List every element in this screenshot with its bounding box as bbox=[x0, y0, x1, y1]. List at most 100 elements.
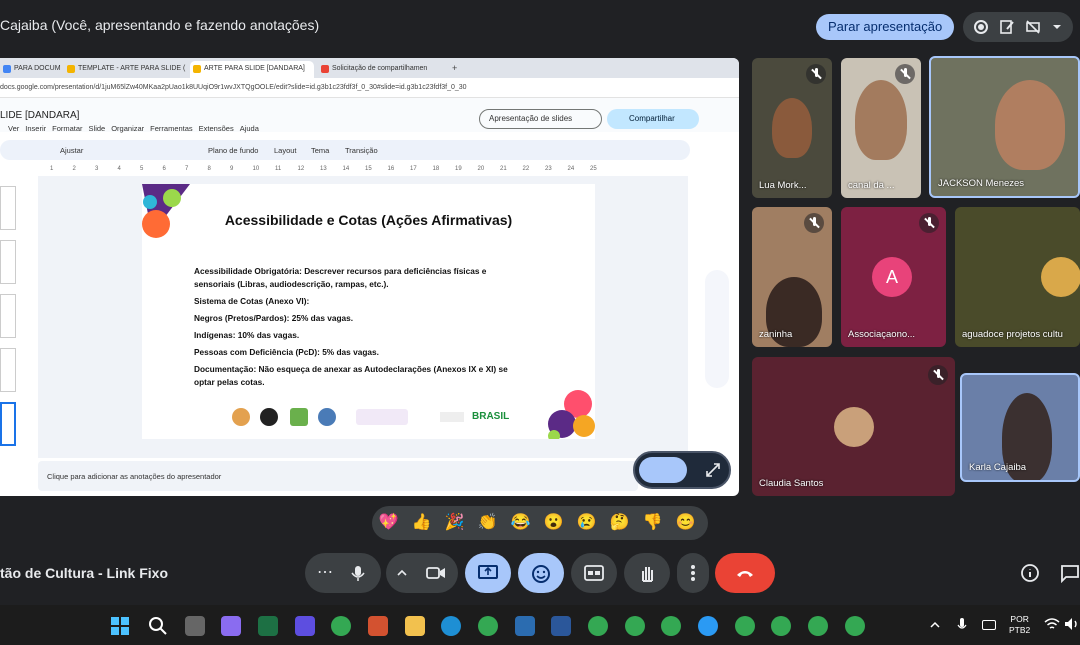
theme-button[interactable]: Tema bbox=[311, 146, 329, 155]
chrome-profile-icon[interactable] bbox=[845, 616, 865, 636]
slide-thumbnail[interactable] bbox=[0, 294, 16, 338]
input-language[interactable]: POR PTB2 bbox=[1009, 614, 1030, 636]
participant-tile-self[interactable]: Karla Cajaiba bbox=[960, 373, 1080, 482]
menu-ajuda[interactable]: Ajuda bbox=[240, 124, 259, 133]
search-icon[interactable] bbox=[148, 616, 168, 636]
browser-tab-active[interactable]: ARTE PARA SLIDE [DANDARA] bbox=[190, 61, 314, 78]
reaction-laugh[interactable]: 😂 bbox=[504, 506, 537, 540]
slideshow-button[interactable]: Apresentação de slides bbox=[479, 109, 602, 129]
keyboard-icon[interactable] bbox=[982, 620, 996, 630]
speaker-notes[interactable]: Clique para adicionar as anotações do ap… bbox=[38, 461, 638, 491]
reaction-heart[interactable]: 💖 bbox=[372, 506, 405, 540]
reaction-thumbs-up[interactable]: 👍 bbox=[405, 506, 438, 540]
microphone-icon[interactable] bbox=[956, 617, 968, 633]
ruler-tick: 3 bbox=[95, 166, 99, 172]
slide-thumbnail[interactable] bbox=[0, 240, 16, 284]
info-icon[interactable] bbox=[1020, 563, 1040, 583]
menu-formatar[interactable]: Formatar bbox=[52, 124, 82, 133]
microphone-control[interactable]: ⋯ bbox=[305, 553, 381, 593]
browser-tab[interactable]: TEMPLATE - ARTE PARA SLIDE ( bbox=[64, 61, 186, 78]
chevron-up-icon[interactable] bbox=[930, 620, 940, 630]
powerpoint-icon[interactable] bbox=[368, 616, 388, 636]
windows-start-icon[interactable] bbox=[110, 616, 130, 636]
raise-hand-button[interactable] bbox=[624, 553, 670, 593]
participant-tile[interactable]: canal da ... bbox=[841, 58, 921, 198]
copilot-icon[interactable] bbox=[221, 616, 241, 636]
menu-organizar[interactable]: Organizar bbox=[111, 124, 144, 133]
ruler-tick: 4 bbox=[117, 166, 121, 172]
volume-icon[interactable] bbox=[1064, 617, 1080, 631]
chat-icon[interactable] bbox=[1060, 563, 1080, 583]
app-icon[interactable] bbox=[515, 616, 535, 636]
wifi-icon[interactable] bbox=[1044, 617, 1060, 631]
present-button[interactable] bbox=[465, 553, 511, 593]
browser-tab[interactable]: PARA DOCUM bbox=[0, 61, 62, 78]
file-explorer-icon[interactable] bbox=[405, 616, 425, 636]
excel-icon[interactable] bbox=[258, 616, 278, 636]
reaction-thumbs-down[interactable]: 👎 bbox=[636, 506, 669, 540]
captions-button[interactable] bbox=[571, 553, 617, 593]
menu-ver[interactable]: Ver bbox=[8, 124, 19, 133]
address-bar[interactable]: docs.google.com/presentation/d/1juM65lZw… bbox=[0, 78, 739, 98]
layout-button[interactable]: Layout bbox=[274, 146, 297, 155]
chrome-profile-icon[interactable] bbox=[771, 616, 791, 636]
new-tab-icon[interactable]: + bbox=[452, 63, 457, 73]
stop-presenting-button[interactable]: Parar apresentação bbox=[816, 14, 955, 40]
slide-thumbnail[interactable] bbox=[0, 348, 16, 392]
laser-pointer-button[interactable] bbox=[639, 457, 687, 483]
reactions-button[interactable] bbox=[518, 553, 564, 593]
slide[interactable]: Acessibilidade e Cotas (Ações Afirmativa… bbox=[142, 184, 595, 439]
chrome-profile-icon[interactable] bbox=[625, 616, 645, 636]
participant-tile[interactable]: aguadoce projetos cultu bbox=[955, 207, 1080, 347]
reaction-sad[interactable]: 😢 bbox=[570, 506, 603, 540]
chrome-profile-icon[interactable] bbox=[808, 616, 828, 636]
participant-tile[interactable]: A Associaçaono... bbox=[841, 207, 946, 347]
zoom-select[interactable]: Ajustar bbox=[60, 146, 83, 155]
browser-tab[interactable]: Solicitação de compartilhamen bbox=[318, 61, 446, 78]
word-icon[interactable] bbox=[551, 616, 571, 636]
share-button[interactable]: Compartilhar bbox=[607, 109, 699, 129]
transition-button[interactable]: Transição bbox=[345, 146, 378, 155]
reaction-clap[interactable]: 👏 bbox=[471, 506, 504, 540]
expand-icon[interactable] bbox=[705, 462, 721, 478]
chrome-icon[interactable] bbox=[735, 616, 755, 636]
slides-icon bbox=[67, 65, 75, 73]
document-title[interactable]: LIDE [DANDARA] bbox=[0, 110, 79, 121]
stop-sharing-audio-icon[interactable] bbox=[1025, 19, 1041, 35]
logo-icon bbox=[318, 408, 336, 426]
end-call-button[interactable] bbox=[715, 553, 775, 593]
edge-icon[interactable] bbox=[441, 616, 461, 636]
microphone-icon[interactable] bbox=[349, 564, 367, 582]
chrome-profile-icon[interactable] bbox=[588, 616, 608, 636]
chrome-profile-icon[interactable] bbox=[478, 616, 498, 636]
app-icon[interactable] bbox=[295, 616, 315, 636]
annotate-icon[interactable] bbox=[999, 19, 1015, 35]
more-options-button[interactable] bbox=[677, 553, 709, 593]
camera-control[interactable] bbox=[386, 553, 458, 593]
participant-tile[interactable]: Claudia Santos bbox=[752, 357, 955, 496]
chevron-down-icon[interactable] bbox=[1049, 19, 1065, 35]
reaction-surprised[interactable]: 😮 bbox=[537, 506, 570, 540]
participant-tile[interactable]: Lua Mork... bbox=[752, 58, 832, 198]
slide-thumbnail-selected[interactable] bbox=[0, 402, 16, 446]
chevron-up-icon[interactable] bbox=[396, 567, 408, 579]
more-audio-icon[interactable]: ⋯ bbox=[317, 553, 333, 593]
record-icon[interactable] bbox=[973, 19, 989, 35]
reaction-party[interactable]: 🎉 bbox=[438, 506, 471, 540]
menu-extensoes[interactable]: Extensões bbox=[199, 124, 234, 133]
task-view-icon[interactable] bbox=[185, 616, 205, 636]
menu-ferramentas[interactable]: Ferramentas bbox=[150, 124, 193, 133]
menu-inserir[interactable]: Inserir bbox=[25, 124, 46, 133]
background-button[interactable]: Plano de fundo bbox=[208, 146, 258, 155]
participant-tile[interactable]: zaninha bbox=[752, 207, 832, 347]
chrome-profile-icon[interactable] bbox=[661, 616, 681, 636]
chrome-icon[interactable] bbox=[331, 616, 351, 636]
reaction-more[interactable]: 😊 bbox=[669, 506, 702, 540]
slide-thumbnail[interactable] bbox=[0, 186, 16, 230]
menu-slide[interactable]: Slide bbox=[89, 124, 106, 133]
app-icon[interactable] bbox=[698, 616, 718, 636]
camera-icon[interactable] bbox=[426, 565, 446, 581]
reaction-thinking[interactable]: 🤔 bbox=[603, 506, 636, 540]
participant-tile-speaking[interactable]: JACKSON Menezes bbox=[929, 56, 1080, 198]
avatar: A bbox=[872, 257, 912, 297]
